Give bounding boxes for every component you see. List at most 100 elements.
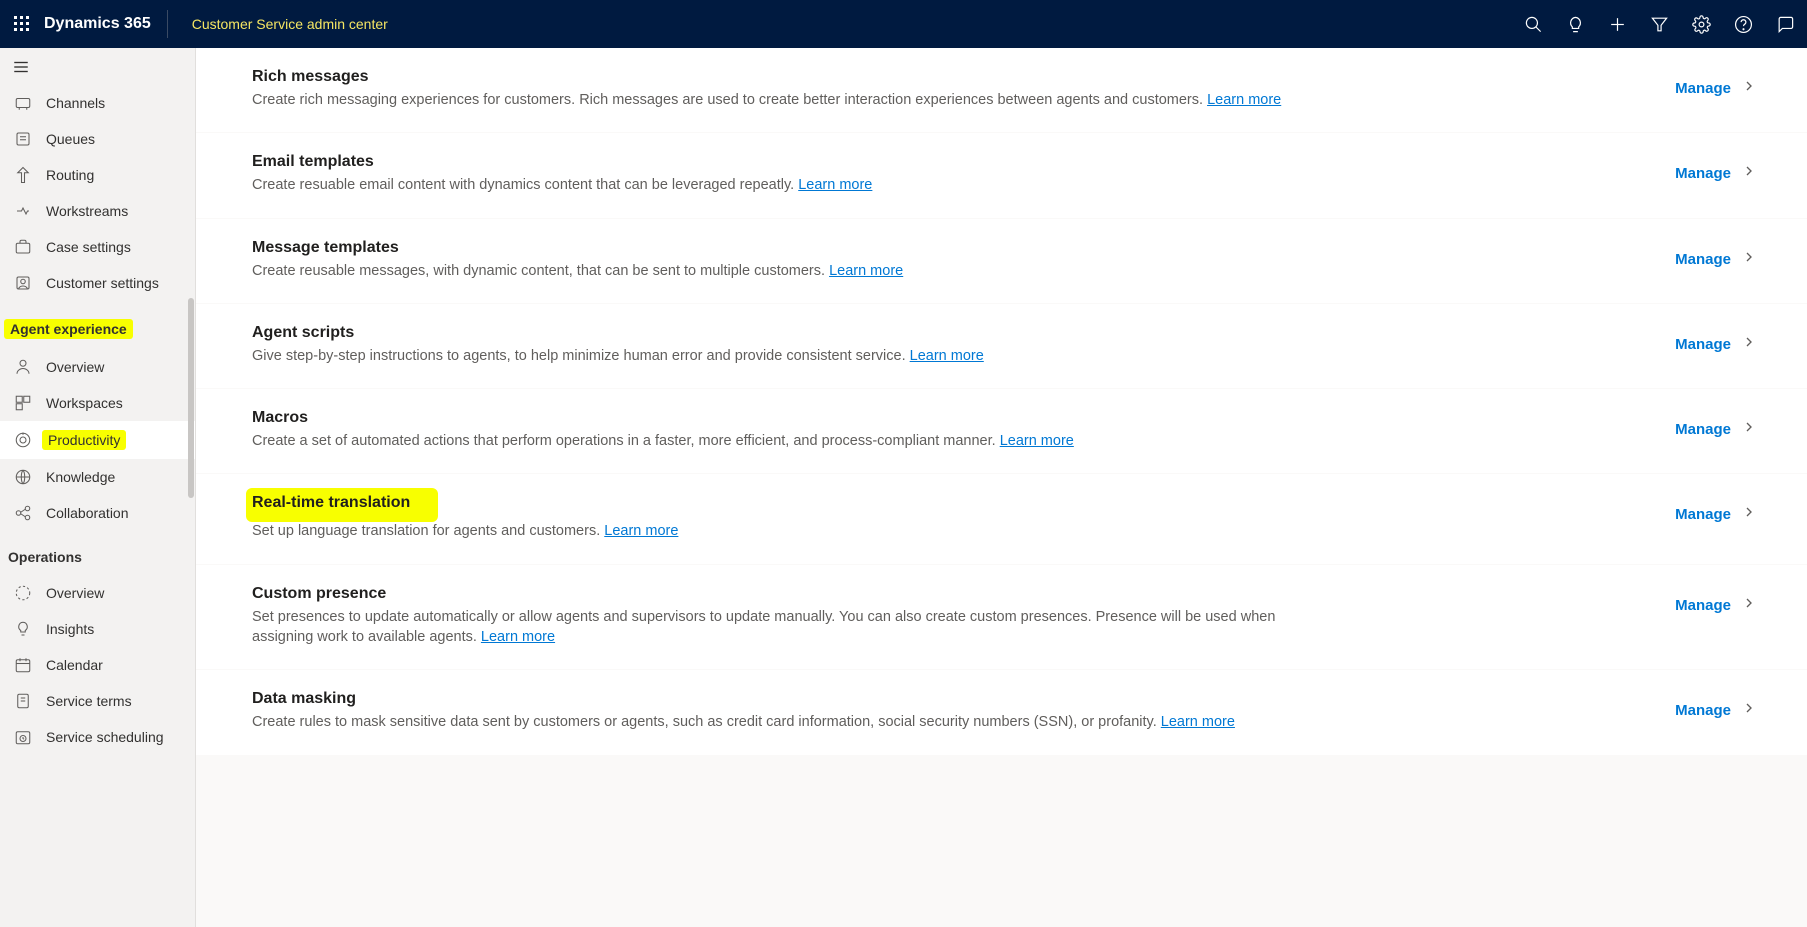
sidebar-item-label: Overview [46,585,104,601]
chevron-right-icon [1741,249,1757,270]
card-title: Real-time translation [252,494,410,512]
sidebar-item-calendar[interactable]: Calendar [0,647,195,683]
learn-more-link[interactable]: Learn more [1000,433,1074,449]
learn-more-link[interactable]: Learn more [1161,714,1235,730]
learn-more-link[interactable]: Learn more [604,523,678,539]
sidebar-item-label: Customer settings [46,275,159,291]
app-name[interactable]: Customer Service admin center [184,14,396,34]
customer-icon [14,274,32,292]
sidebar-item-label: Case settings [46,239,131,255]
card-title: Custom presence [252,585,386,603]
card-title: Message templates [252,239,399,257]
card-title: Rich messages [252,68,369,86]
sidebar-item-workspaces[interactable]: Workspaces [0,385,195,421]
productivity-icon [14,431,32,449]
manage-link[interactable]: Manage [1675,597,1731,614]
card-title: Data masking [252,690,356,708]
scrollbar-thumb[interactable] [188,298,194,498]
learn-more-link[interactable]: Learn more [829,263,903,279]
chevron-right-icon [1741,78,1757,99]
sidebar-item-label: Knowledge [46,469,115,485]
sidebar-item-label: Workstreams [46,203,128,219]
routing-icon [14,166,32,184]
sidebar-item-service-scheduling[interactable]: Service scheduling [0,719,195,755]
channels-icon [14,94,32,112]
card-title: Macros [252,409,308,427]
card-description: Create rules to mask sensitive data sent… [252,712,1322,732]
sidebar-item-overview-agent[interactable]: Overview [0,349,195,385]
service-terms-icon [14,692,32,710]
manage-link[interactable]: Manage [1675,702,1731,719]
app-launcher-icon[interactable] [12,14,32,34]
chevron-right-icon [1741,334,1757,355]
sidebar-item-queues[interactable]: Queues [0,121,195,157]
chevron-right-icon [1741,595,1757,616]
sidebar-item-overview-ops[interactable]: Overview [0,575,195,611]
sidebar-item-label: Calendar [46,657,103,673]
sidebar-item-label: Overview [46,359,104,375]
insights-icon [14,620,32,638]
learn-more-link[interactable]: Learn more [1207,92,1281,108]
sidebar-group-agent: Agent experience [0,301,195,349]
learn-more-link[interactable]: Learn more [481,629,555,645]
sidebar-item-label: Service terms [46,693,132,709]
sidebar: Channels Queues Routing Workstreams Case… [0,48,196,927]
sidebar-item-collaboration[interactable]: Collaboration [0,495,195,531]
sidebar-item-case-settings[interactable]: Case settings [0,229,195,265]
sidebar-item-label: Service scheduling [46,729,164,745]
sidebar-item-customer-settings[interactable]: Customer settings [0,265,195,301]
gear-icon[interactable] [1691,14,1711,34]
manage-link[interactable]: Manage [1675,336,1731,353]
sidebar-item-knowledge[interactable]: Knowledge [0,459,195,495]
workspaces-icon [14,394,32,412]
card-description: Create rich messaging experiences for cu… [252,90,1322,110]
help-icon[interactable] [1733,14,1753,34]
manage-link[interactable]: Manage [1675,251,1731,268]
chevron-right-icon [1741,700,1757,721]
card-description: Create resuable email content with dynam… [252,175,1322,195]
card-description: Set up language translation for agents a… [252,521,1322,541]
chevron-right-icon [1741,504,1757,525]
queues-icon [14,130,32,148]
idea-icon[interactable] [1565,14,1585,34]
manage-link[interactable]: Manage [1675,506,1731,523]
sidebar-item-productivity[interactable]: Productivity [0,421,195,459]
manage-link[interactable]: Manage [1675,165,1731,182]
chevron-right-icon [1741,419,1757,440]
sidebar-item-workstreams[interactable]: Workstreams [0,193,195,229]
sidebar-item-label: Insights [46,621,94,637]
card-description: Give step-by-step instructions to agents… [252,346,1322,366]
learn-more-link[interactable]: Learn more [910,348,984,364]
add-icon[interactable] [1607,14,1627,34]
brand-name[interactable]: Dynamics 365 [44,15,151,33]
sidebar-item-label: Collaboration [46,505,129,521]
search-icon[interactable] [1523,14,1543,34]
sidebar-item-service-terms[interactable]: Service terms [0,683,195,719]
topbar: Dynamics 365 Customer Service admin cent… [0,0,1807,48]
learn-more-link[interactable]: Learn more [798,177,872,193]
chat-icon[interactable] [1775,14,1795,34]
case-icon [14,238,32,256]
card-description: Create reusable messages, with dynamic c… [252,261,1322,281]
settings-card-rich-messages: Rich messages Create rich messaging exper… [196,48,1807,132]
sidebar-group-operations: Operations [0,531,195,575]
knowledge-icon [14,468,32,486]
card-description: Set presences to update automatically or… [252,607,1322,648]
settings-card-custom-presence: Custom presence Set presences to update a… [196,565,1807,670]
sidebar-item-label: Workspaces [46,395,123,411]
settings-card-real-time-translation: Real-time translation Set up language tra… [196,474,1807,563]
main-content: Rich messages Create rich messaging exper… [196,48,1807,927]
overview-icon [14,358,32,376]
collaboration-icon [14,504,32,522]
calendar-icon [14,656,32,674]
top-actions [1523,14,1795,34]
settings-card-email-templates: Email templatesCreate resuable email con… [196,133,1807,217]
card-description: Create a set of automated actions that p… [252,431,1322,451]
manage-link[interactable]: Manage [1675,80,1731,97]
sidebar-item-routing[interactable]: Routing [0,157,195,193]
sidebar-item-channels[interactable]: Channels [0,85,195,121]
manage-link[interactable]: Manage [1675,421,1731,438]
sidebar-item-label: Routing [46,167,94,183]
filter-icon[interactable] [1649,14,1669,34]
sidebar-item-insights[interactable]: Insights [0,611,195,647]
